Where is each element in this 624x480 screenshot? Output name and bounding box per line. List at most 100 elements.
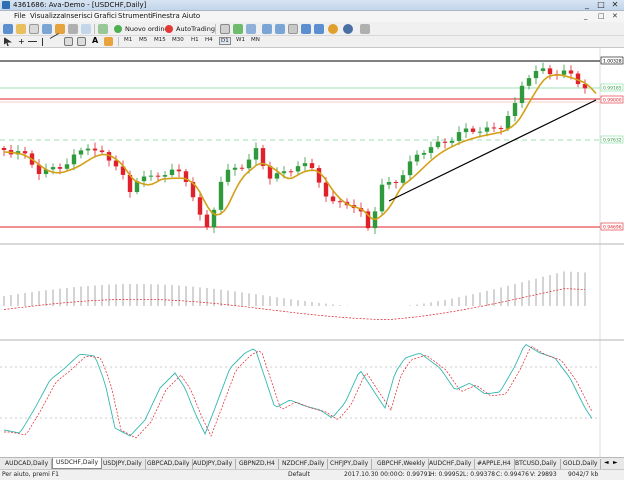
tab-btcusd[interactable]: BTCUSD,Daily [512, 459, 561, 469]
candle-body [491, 127, 497, 129]
tab-audchf[interactable]: AUDCHF,Daily [426, 459, 476, 469]
cursor-icon[interactable] [4, 37, 12, 46]
status-close: C: 0.99476 [496, 471, 529, 478]
candle-body [435, 141, 441, 148]
candle-body [197, 197, 203, 215]
horizontal-line-icon[interactable] [42, 38, 43, 46]
minimize-button[interactable]: _ [580, 0, 594, 10]
data-window-icon[interactable] [42, 24, 52, 34]
templates-icon[interactable] [360, 24, 370, 34]
candle-body [22, 151, 28, 154]
arrows-icon[interactable] [104, 37, 113, 46]
profiles-icon[interactable] [16, 24, 26, 34]
candle-body [442, 141, 448, 143]
fibonacci-icon[interactable] [77, 37, 86, 46]
periods-icon[interactable] [343, 24, 353, 34]
autotrading-button[interactable]: AutoTrading [165, 24, 215, 34]
candle-body [456, 132, 462, 141]
tester-icon[interactable] [81, 24, 91, 34]
candle-body [386, 182, 392, 185]
auto-scroll-icon[interactable] [301, 24, 311, 34]
timeframe-h1[interactable]: H1 [191, 37, 199, 43]
tab-gbpnzd[interactable]: GBPNZD,H4 [236, 459, 279, 469]
timeframe-w1[interactable]: W1 [236, 37, 245, 43]
terminal-icon[interactable] [68, 24, 78, 34]
tab-apple[interactable]: #APPLE,H4 [474, 459, 515, 469]
indicators-icon[interactable] [328, 24, 338, 34]
history-icon[interactable] [98, 24, 108, 34]
menu-strumenti[interactable]: Strumenti [118, 12, 153, 20]
mdi-close-button[interactable]: ✕ [612, 12, 618, 20]
equidistant-channel-icon[interactable] [64, 37, 73, 46]
timeframe-m30[interactable]: M30 [172, 37, 184, 43]
candle-body [148, 175, 154, 177]
vertical-line-icon[interactable] [28, 41, 37, 42]
chart-tabs: AUDCAD,Daily USDCHF,Daily USDJPY,Daily G… [0, 457, 624, 469]
candle-body [85, 148, 91, 151]
candle-body [162, 175, 168, 177]
candle-body [526, 78, 532, 86]
candle-body [225, 169, 231, 182]
menu-finestra[interactable]: Finestra [152, 12, 180, 20]
line-chart-icon[interactable] [246, 24, 256, 34]
candle-body [239, 167, 245, 169]
timeframe-h4[interactable]: H4 [205, 37, 213, 43]
tab-gold[interactable]: GOLD,Daily [560, 459, 602, 469]
timeframe-mn[interactable]: MN [251, 37, 260, 43]
market-watch-icon[interactable] [29, 24, 39, 34]
candle-body [428, 147, 434, 153]
tab-audcad[interactable]: AUDCAD,Daily [2, 459, 53, 469]
timeframe-m5[interactable]: M5 [139, 37, 147, 43]
chart-canvas[interactable]: 1.00328 0.99185 0.99000 0.97632 0.94696 [0, 48, 624, 457]
status-high: H: 0.99952 [430, 471, 464, 478]
menu-grafici[interactable]: Grafici [94, 12, 117, 20]
mdi-restore-button[interactable]: □ [598, 12, 605, 20]
zoom-out-icon[interactable] [275, 24, 285, 34]
tab-usdjpy[interactable]: USDJPY,Daily [100, 459, 146, 469]
candle-body [540, 68, 546, 72]
timeframe-m1[interactable]: M1 [124, 37, 132, 43]
candle-body [246, 159, 252, 169]
tab-scroll-left-icon[interactable]: ◄ [604, 459, 609, 466]
new-chart-icon[interactable] [3, 24, 13, 34]
price-tag-bottom-red: 0.94696 [600, 222, 624, 231]
tab-gbpcad[interactable]: GBPCAD,Daily [144, 459, 194, 469]
menu-aiuto[interactable]: Aiuto [182, 12, 200, 20]
price-tag-dashed-green: 0.97632 [600, 135, 624, 144]
tab-chfjpy[interactable]: CHFJPY,Daily [327, 459, 373, 469]
chart-shift-icon[interactable] [314, 24, 324, 34]
crosshair-icon[interactable]: + [18, 37, 25, 46]
tab-scroll-right-icon[interactable]: ► [613, 459, 618, 466]
candlestick-icon[interactable] [233, 24, 243, 34]
candle-body [64, 164, 70, 169]
candle-body [155, 175, 161, 177]
new-order-icon [114, 25, 122, 33]
status-help: Per aiuto, premi F1 [2, 471, 59, 478]
tab-audjpy[interactable]: AUDJPY,Daily [190, 459, 237, 469]
navigator-icon[interactable] [55, 24, 65, 34]
tab-usdchf[interactable]: USDCHF,Daily [52, 458, 103, 469]
text-tool-icon[interactable]: A [92, 36, 98, 45]
maximize-button[interactable]: □ [594, 0, 608, 10]
candle-body [498, 128, 504, 130]
menu-file[interactable]: File [14, 12, 26, 20]
menu-visualizza[interactable]: Visualizza [30, 12, 64, 20]
timeframe-d1[interactable]: D1 [219, 37, 231, 45]
tile-windows-icon[interactable] [288, 24, 298, 34]
zoom-in-icon[interactable] [262, 24, 272, 34]
tab-gbpchf[interactable]: GBPCHF,Weekly [374, 459, 430, 469]
bar-chart-icon[interactable] [220, 24, 230, 34]
mdi-minimize-button[interactable]: _ [584, 12, 588, 20]
stochastic-signal-line [4, 346, 593, 439]
moving-average-line [3, 74, 597, 221]
timeframe-m15[interactable]: M15 [154, 37, 166, 43]
new-order-button[interactable]: Nuovo ordine [114, 24, 168, 34]
price-tag-red-bid: 0.99000 [600, 95, 624, 104]
candle-body [78, 150, 84, 155]
close-button[interactable]: ✕ [608, 0, 622, 10]
chart-window[interactable]: 1.00328 0.99185 0.99000 0.97632 0.94696 [0, 48, 624, 457]
tab-nzdchf[interactable]: NZDCHF,Daily [279, 459, 329, 469]
menu-inserisci[interactable]: Inserisci [64, 12, 93, 20]
candle-body [281, 171, 287, 174]
candle-body [470, 128, 476, 132]
